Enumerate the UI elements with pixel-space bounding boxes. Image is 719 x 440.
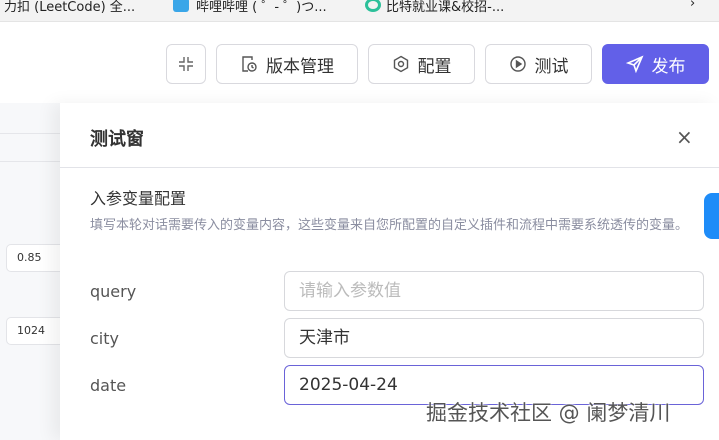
version-label: 版本管理 xyxy=(266,56,334,77)
city-input[interactable]: 天津市 xyxy=(284,318,704,358)
section-description: 填写本轮对话需要传入的变量内容，这些变量来自您所配置的自定义插件和流程中需要系统… xyxy=(90,218,689,233)
field-label-city: city xyxy=(90,329,119,348)
section-title: 入参变量配置 xyxy=(90,189,187,208)
close-icon[interactable]: × xyxy=(676,125,693,149)
bite-icon xyxy=(365,0,381,12)
send-icon xyxy=(625,55,644,73)
bilibili-icon xyxy=(173,0,189,12)
test-drawer: 测试窗 × 入参变量配置 填写本轮对话需要传入的变量内容，这些变量来自您所配置的… xyxy=(60,103,719,440)
collapse-button[interactable] xyxy=(166,44,206,84)
field-label-date: date xyxy=(90,376,127,395)
config-button[interactable]: 配置 xyxy=(368,44,475,84)
drawer-header: 测试窗 × xyxy=(60,103,719,168)
publish-label: 发布 xyxy=(651,56,686,77)
version-history-icon xyxy=(242,56,257,72)
query-input[interactable]: 请输入参数值 xyxy=(284,271,704,311)
version-button[interactable]: 版本管理 xyxy=(216,44,358,84)
settings-icon xyxy=(393,55,408,73)
play-icon xyxy=(509,56,526,72)
bookmark-bilibili[interactable]: 哔哩哔哩 ( ゜- ゜)つ... xyxy=(196,0,327,15)
floating-assistant-button[interactable] xyxy=(704,193,719,239)
drawer-title: 测试窗 xyxy=(90,129,144,150)
collapse-icon xyxy=(179,57,193,71)
bookmarks-bar: 力扣 (LeetCode) 全... 哔哩哔哩 ( ゜- ゜)つ... 比特就业… xyxy=(0,0,719,22)
bookmark-leetcode[interactable]: 力扣 (LeetCode) 全... xyxy=(4,0,135,15)
watermark: 掘金技术社区 @ 阑梦清川 xyxy=(426,401,671,425)
test-button[interactable]: 测试 xyxy=(485,44,592,84)
bookmark-bite[interactable]: 比特就业课&校招-... xyxy=(386,0,504,15)
test-label: 测试 xyxy=(534,56,569,77)
bookmarks-more-icon[interactable]: › xyxy=(690,0,695,11)
config-label: 配置 xyxy=(417,56,452,77)
publish-button[interactable]: 发布 xyxy=(602,44,709,84)
field-label-query: query xyxy=(90,282,137,301)
